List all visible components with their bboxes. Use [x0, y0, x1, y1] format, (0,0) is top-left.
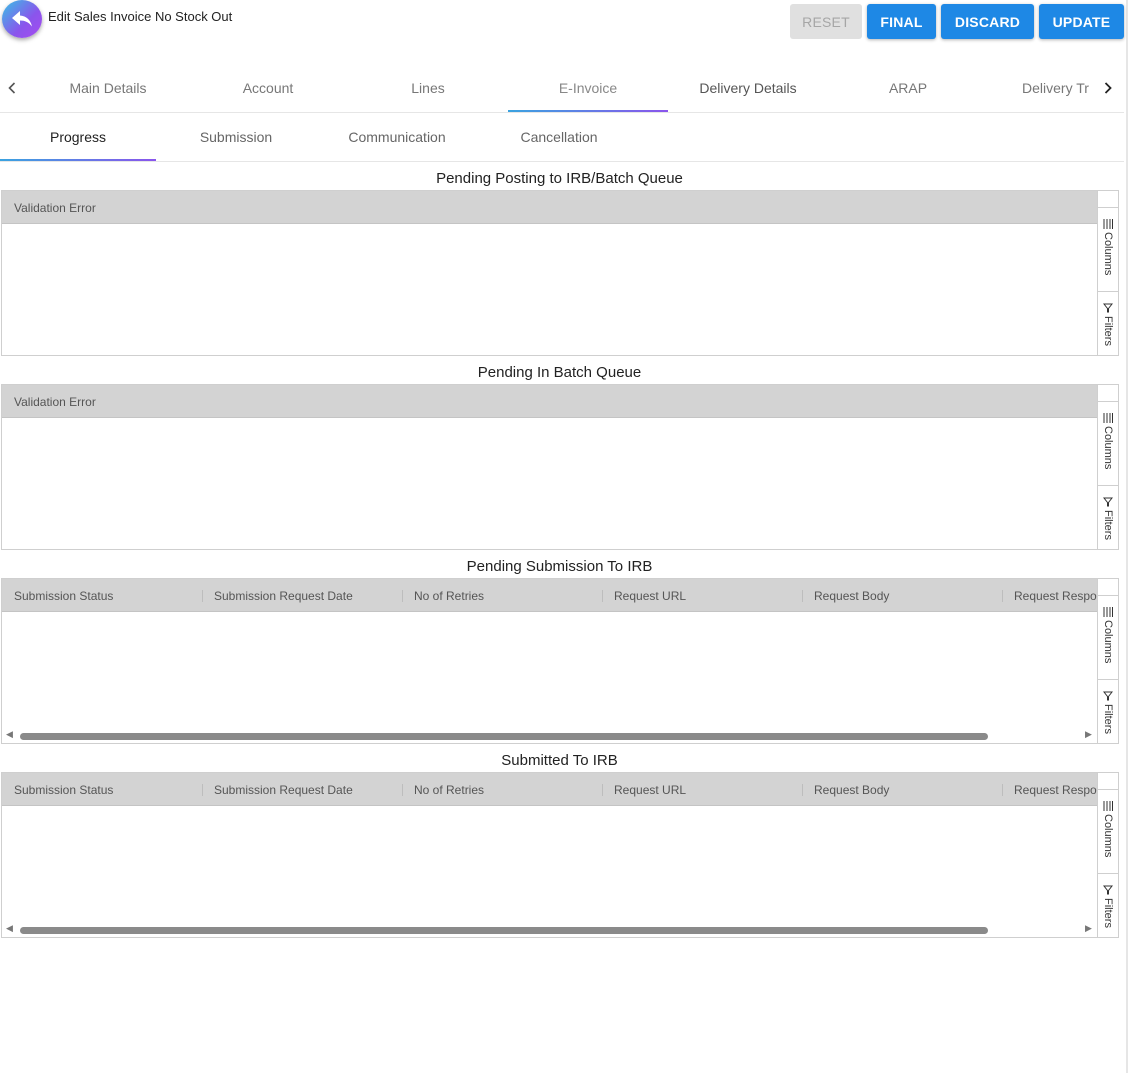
grid-header: Validation Error [2, 385, 1098, 418]
column-header-submission-request-date[interactable]: Submission Request Date [202, 579, 402, 611]
columns-icon [1103, 413, 1113, 423]
grid-side-panel: Columns Filters [1097, 191, 1118, 355]
columns-panel-button[interactable]: Columns [1098, 607, 1118, 663]
sub-tab-bar: Progress Submission Communication Cancel… [0, 113, 1124, 162]
side-divider [1098, 789, 1118, 790]
horizontal-scrollbar[interactable]: ◀ ▶ [2, 923, 1098, 937]
column-header-submission-status[interactable]: Submission Status [2, 773, 202, 805]
main-tab-indicator [508, 110, 668, 112]
columns-icon [1103, 607, 1113, 617]
grid-header: Validation Error [2, 191, 1098, 224]
tab-main-details[interactable]: Main Details [28, 64, 188, 112]
filter-icon [1103, 303, 1113, 313]
filter-icon [1103, 691, 1113, 701]
scroll-right-icon[interactable]: ▶ [1085, 924, 1092, 934]
filters-label: Filters [1102, 704, 1114, 734]
tab-delivery-truncated[interactable]: Delivery Tr [1010, 64, 1094, 112]
column-header-validation-error[interactable]: Validation Error [2, 385, 302, 417]
data-grid-pending-posting: Validation Error Columns Filters [1, 190, 1119, 356]
data-grid-submitted: Submission Status Submission Request Dat… [1, 772, 1119, 938]
side-divider [1098, 595, 1118, 596]
section-title: Pending In Batch Queue [477, 364, 642, 381]
scrollbar-thumb[interactable] [20, 733, 988, 740]
grid-side-panel: Columns Filters [1097, 773, 1118, 937]
columns-icon [1103, 801, 1113, 811]
horizontal-scrollbar[interactable]: ◀ ▶ [2, 729, 1098, 743]
reset-button[interactable]: RESET [790, 4, 862, 39]
filter-icon [1103, 497, 1113, 507]
section-title: Pending Submission To IRB [466, 558, 653, 575]
data-grid-pending-submission: Submission Status Submission Request Dat… [1, 578, 1119, 744]
sub-tab-indicator [0, 159, 156, 161]
back-button[interactable] [2, 0, 42, 38]
subtab-submission[interactable]: Submission [156, 113, 316, 161]
tab-delivery-details[interactable]: Delivery Details [668, 64, 828, 112]
column-header-no-of-retries[interactable]: No of Retries [402, 579, 602, 611]
final-button[interactable]: FINAL [867, 4, 936, 39]
columns-label: Columns [1102, 620, 1114, 664]
scroll-right-icon[interactable]: ▶ [1085, 730, 1092, 740]
side-divider [1098, 401, 1118, 402]
page-title: Edit Sales Invoice No Stock Out [48, 9, 233, 24]
columns-panel-button[interactable]: Columns [1098, 413, 1118, 469]
columns-panel-button[interactable]: Columns [1098, 801, 1118, 857]
columns-icon [1103, 219, 1113, 229]
filters-label: Filters [1102, 316, 1114, 346]
column-header-request-response[interactable]: Request Respor [1002, 579, 1098, 611]
column-header-request-body[interactable]: Request Body [802, 773, 1002, 805]
update-button[interactable]: UPDATE [1039, 4, 1124, 39]
chevron-right-icon [1104, 82, 1112, 94]
reply-arrow-icon [12, 11, 32, 27]
scroll-left-icon[interactable]: ◀ [6, 730, 13, 740]
column-header-request-url[interactable]: Request URL [602, 579, 802, 611]
tab-e-invoice[interactable]: E-Invoice [508, 64, 668, 112]
filters-label: Filters [1102, 510, 1114, 540]
subtab-progress[interactable]: Progress [0, 113, 156, 161]
filters-panel-button[interactable]: Filters [1098, 885, 1118, 928]
tab-lines[interactable]: Lines [348, 64, 508, 112]
grid-header: Submission Status Submission Request Dat… [2, 773, 1098, 806]
column-header-validation-error[interactable]: Validation Error [2, 191, 302, 223]
columns-label: Columns [1102, 814, 1114, 858]
tab-arap[interactable]: ARAP [828, 64, 988, 112]
scrollbar-thumb[interactable] [20, 927, 988, 934]
filter-icon [1103, 885, 1113, 895]
scroll-left-icon[interactable]: ◀ [6, 924, 13, 934]
tab-scroll-right-button[interactable] [1096, 64, 1120, 112]
columns-label: Columns [1102, 426, 1114, 470]
column-header-submission-status[interactable]: Submission Status [2, 579, 202, 611]
subtab-communication[interactable]: Communication [316, 113, 478, 161]
side-divider [1098, 485, 1118, 486]
side-divider [1098, 207, 1118, 208]
column-header-submission-request-date[interactable]: Submission Request Date [202, 773, 402, 805]
side-divider [1098, 679, 1118, 680]
chevron-left-icon [8, 82, 16, 94]
columns-label: Columns [1102, 232, 1114, 276]
main-tab-bar: Main Details Account Lines E-Invoice Del… [0, 64, 1124, 113]
discard-button[interactable]: DISCARD [941, 4, 1034, 39]
column-header-request-url[interactable]: Request URL [602, 773, 802, 805]
filters-panel-button[interactable]: Filters [1098, 691, 1118, 734]
tab-account[interactable]: Account [188, 64, 348, 112]
section-title: Pending Posting to IRB/Batch Queue [436, 170, 683, 187]
tab-scroll-left-button[interactable] [0, 64, 24, 112]
side-divider [1098, 291, 1118, 292]
column-header-request-response[interactable]: Request Respor [1002, 773, 1098, 805]
subtab-cancellation[interactable]: Cancellation [478, 113, 640, 161]
section-title: Submitted To IRB [501, 752, 618, 769]
filters-label: Filters [1102, 898, 1114, 928]
filters-panel-button[interactable]: Filters [1098, 303, 1118, 346]
columns-panel-button[interactable]: Columns [1098, 219, 1118, 275]
data-grid-pending-batch-queue: Validation Error Columns Filters [1, 384, 1119, 550]
side-divider [1098, 873, 1118, 874]
grid-side-panel: Columns Filters [1097, 579, 1118, 743]
column-header-request-body[interactable]: Request Body [802, 579, 1002, 611]
grid-header: Submission Status Submission Request Dat… [2, 579, 1098, 612]
column-header-no-of-retries[interactable]: No of Retries [402, 773, 602, 805]
grid-side-panel: Columns Filters [1097, 385, 1118, 549]
filters-panel-button[interactable]: Filters [1098, 497, 1118, 540]
